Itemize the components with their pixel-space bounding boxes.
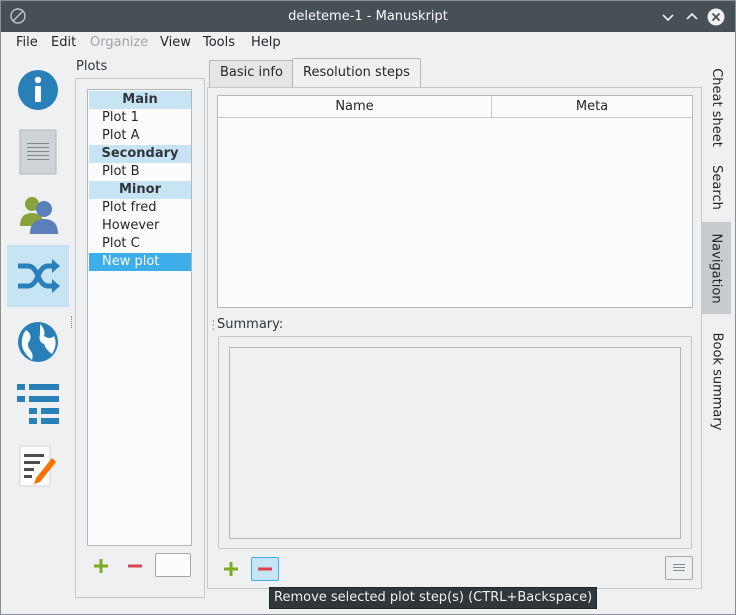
menu-view[interactable]: View	[160, 35, 191, 50]
minus-icon	[128, 564, 142, 568]
remove-plot-button[interactable]	[123, 555, 147, 577]
plots-label: Plots	[76, 59, 108, 74]
tab-navigation[interactable]: Navigation	[702, 222, 731, 314]
nav-plots[interactable]	[7, 245, 69, 307]
nav-world[interactable]	[7, 311, 69, 373]
characters-icon	[20, 197, 58, 234]
minimize-icon[interactable]	[659, 8, 677, 26]
outline-icon	[17, 384, 59, 424]
info-icon	[18, 70, 58, 110]
editor-icon	[19, 445, 56, 487]
nav-outline[interactable]	[7, 373, 69, 435]
plot-steps-table[interactable]: Name Meta	[217, 95, 693, 308]
menu-help[interactable]: Help	[251, 35, 281, 50]
tab-resolution-steps[interactable]: Resolution steps	[292, 58, 421, 88]
tab-basic-info[interactable]: Basic info	[209, 60, 294, 88]
nav-splitter-handle[interactable]	[71, 316, 74, 328]
menu-organize[interactable]: Organize	[90, 35, 148, 50]
plot-group-header[interactable]: Secondary	[89, 145, 191, 163]
main-window: deleteme-1 - Manuskript File Edit Organi…	[0, 0, 736, 615]
menu-bar: File Edit Organize View Tools Help	[1, 32, 735, 54]
left-navigation	[7, 59, 71, 499]
plus-icon	[94, 559, 108, 573]
plot-group-header[interactable]: Main	[89, 91, 191, 109]
nav-summary[interactable]	[7, 121, 69, 183]
step-summary-toggle-button[interactable]	[665, 556, 693, 580]
minus-icon	[258, 567, 272, 571]
plot-list-item[interactable]: However	[89, 217, 191, 235]
add-plot-button[interactable]	[89, 555, 113, 577]
nav-general-info[interactable]	[7, 59, 69, 121]
plot-list-item[interactable]: Plot C	[89, 235, 191, 253]
column-header-meta[interactable]: Meta	[492, 96, 692, 118]
summary-text-area[interactable]	[229, 347, 681, 539]
summary-splitter-handle[interactable]	[212, 319, 214, 333]
tab-cheat-sheet[interactable]: Cheat sheet	[702, 63, 731, 151]
tab-book-summary[interactable]: Book summary	[702, 324, 731, 438]
menu-tools[interactable]: Tools	[203, 35, 235, 50]
summary-icon	[19, 129, 57, 175]
plot-list-item[interactable]: Plot B	[89, 163, 191, 181]
text-lines-icon	[673, 564, 685, 571]
plus-icon	[224, 562, 238, 576]
remove-step-button[interactable]	[251, 557, 279, 581]
plot-list-item[interactable]: Plot A	[89, 127, 191, 145]
nav-editor[interactable]	[7, 435, 69, 497]
world-icon	[18, 322, 58, 362]
menu-edit[interactable]: Edit	[51, 35, 76, 50]
right-dock-tabs: Cheat sheet Search Navigation Book summa…	[702, 58, 732, 458]
plots-shuffle-icon	[18, 259, 60, 293]
window-title: deleteme-1 - Manuskript	[288, 9, 448, 24]
tab-search[interactable]: Search	[702, 158, 731, 216]
close-icon[interactable]	[707, 8, 725, 26]
add-step-button[interactable]	[219, 558, 243, 580]
menu-file[interactable]: File	[16, 35, 38, 50]
nav-characters[interactable]	[7, 183, 69, 245]
tooltip: Remove selected plot step(s) (CTRL+Backs…	[269, 587, 598, 609]
plot-list-item-selected[interactable]: New plot	[89, 253, 191, 271]
maximize-icon[interactable]	[683, 8, 701, 26]
plot-filter-field[interactable]	[155, 553, 191, 577]
plot-list-item[interactable]: Plot 1	[89, 109, 191, 127]
plot-list-item[interactable]: Plot fred	[89, 199, 191, 217]
column-header-name[interactable]: Name	[218, 96, 492, 118]
plot-list[interactable]: Main Plot 1 Plot A Secondary Plot B Mino…	[87, 89, 192, 546]
title-bar[interactable]: deleteme-1 - Manuskript	[1, 1, 735, 32]
plot-group-header[interactable]: Minor	[89, 181, 191, 199]
summary-label: Summary:	[217, 317, 284, 332]
